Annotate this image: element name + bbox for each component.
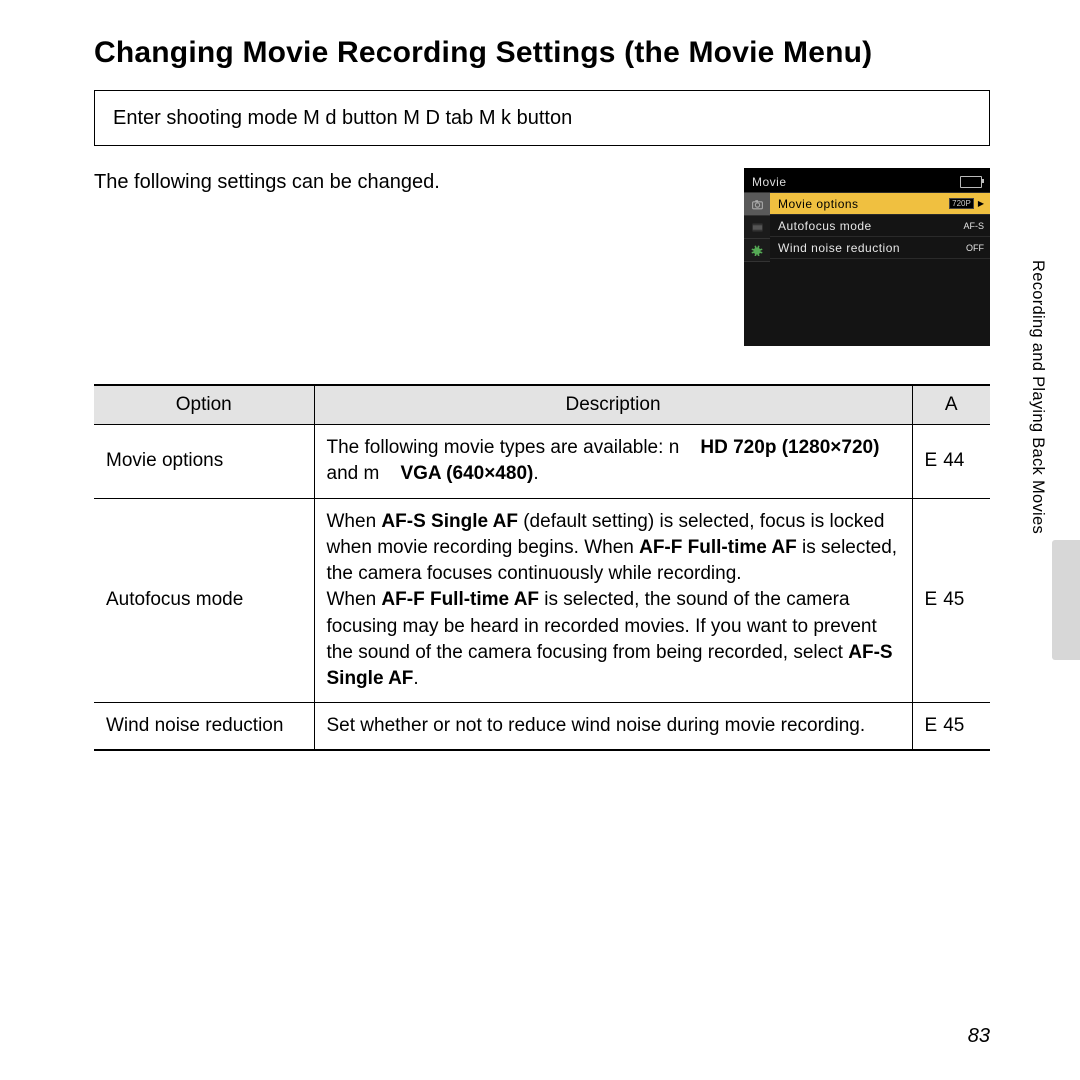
page-title: Changing Movie Recording Settings (the M…: [94, 36, 990, 70]
option-name: Movie options: [94, 425, 314, 498]
movie-tab-icon: [744, 215, 770, 238]
path-arrow: M: [403, 107, 420, 129]
menu-row-movie-options: Movie options 720P ▶: [770, 192, 990, 214]
menu-row-value: AF-S: [963, 221, 984, 231]
menu-title: Movie: [752, 175, 787, 189]
menu-title-bar: Movie: [744, 168, 990, 192]
menu-row-autofocus: Autofocus mode AF-S: [770, 214, 990, 236]
option-description: When AF-S Single AF (default setting) is…: [314, 498, 912, 703]
col-header-ref: A: [912, 385, 990, 425]
table-row: Movie options The following movie types …: [94, 425, 990, 498]
option-ref: E44: [912, 425, 990, 498]
menu-row-value: OFF: [966, 243, 984, 253]
menu-row-label: Movie options: [778, 197, 859, 211]
col-header-description: Description: [314, 385, 912, 425]
menu-list: Movie options 720P ▶ Autofocus mode AF-S…: [770, 192, 990, 346]
menu-row-wind-noise: Wind noise reduction OFF: [770, 236, 990, 258]
caret-right-icon: ▶: [978, 199, 984, 208]
menu-empty-area: [770, 258, 990, 346]
path-arrow: M: [303, 107, 320, 129]
camera-menu-screenshot: Movie: [744, 168, 990, 346]
resolution-badge: 720P: [949, 198, 974, 209]
option-ref: E45: [912, 498, 990, 703]
path-seg: button: [517, 107, 573, 129]
camera-tab-icon: [744, 192, 770, 215]
path-seg: D: [420, 107, 446, 129]
table-row: Autofocus mode When AF-S Single AF (defa…: [94, 498, 990, 703]
option-description: The following movie types are available:…: [314, 425, 912, 498]
setup-tab-icon: [744, 238, 770, 261]
menu-row-label: Wind noise reduction: [778, 241, 900, 255]
options-table: Option Description A Movie options The f…: [94, 384, 990, 751]
path-seg: tab: [445, 107, 478, 129]
menu-side-tabs: [744, 192, 770, 346]
section-side-label: Recording and Playing Back Movies: [1028, 260, 1047, 534]
menu-row-label: Autofocus mode: [778, 219, 872, 233]
menu-side-empty: [744, 261, 770, 346]
path-arrow: M: [479, 107, 496, 129]
col-header-option: Option: [94, 385, 314, 425]
battery-icon: [960, 176, 982, 188]
page-side-tab: [1052, 540, 1080, 660]
intro-text: The following settings can be changed.: [94, 168, 440, 196]
navigation-path: Enter shooting mode M d button M D tab M…: [94, 90, 990, 146]
page-number: 83: [968, 1025, 990, 1048]
menu-row-value: 720P ▶: [949, 198, 984, 209]
table-row: Wind noise reduction Set whether or not …: [94, 703, 990, 751]
path-seg: k: [495, 107, 516, 129]
option-name: Wind noise reduction: [94, 703, 314, 751]
path-seg: d: [320, 107, 342, 129]
option-ref: E45: [912, 703, 990, 751]
option-description: Set whether or not to reduce wind noise …: [314, 703, 912, 751]
option-name: Autofocus mode: [94, 498, 314, 703]
path-seg: Enter shooting mode: [113, 107, 303, 129]
path-seg: button: [342, 107, 403, 129]
